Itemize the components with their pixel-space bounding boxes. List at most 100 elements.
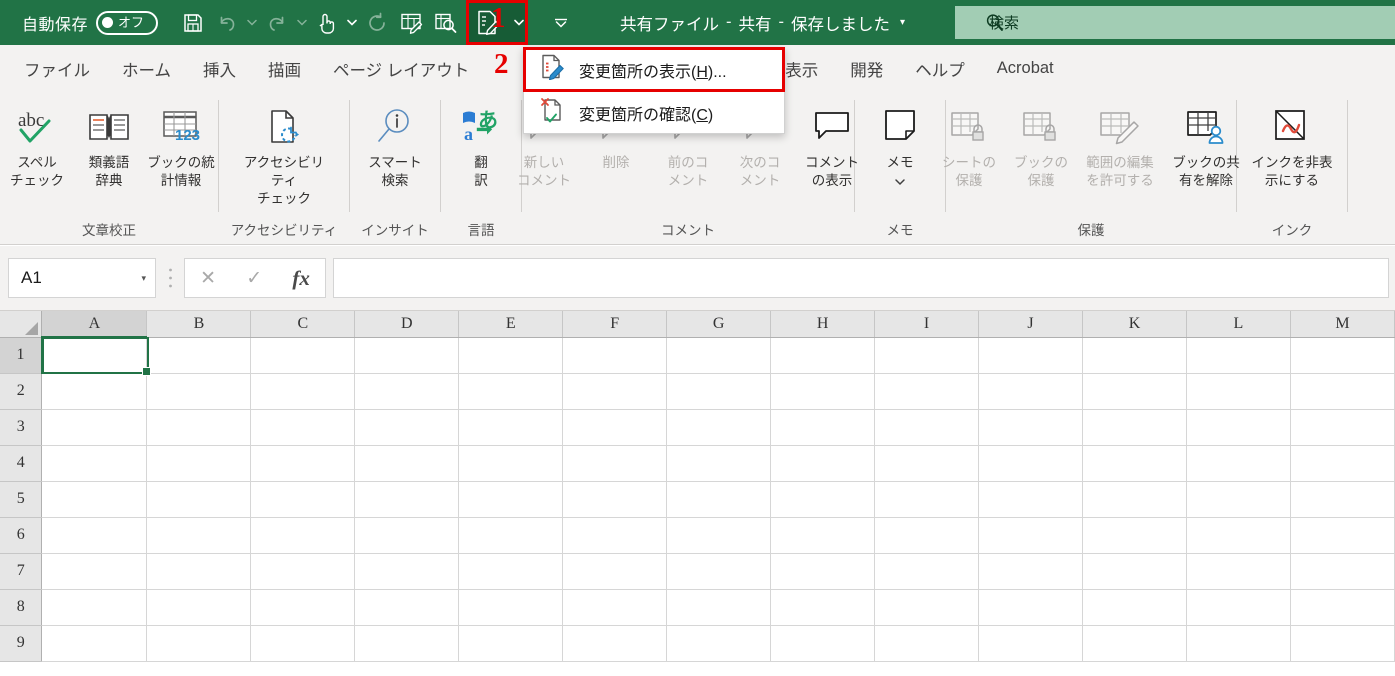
row-header-5[interactable]: 5 [0,481,42,517]
row-header-1[interactable]: 1 [0,337,42,373]
cell-f8[interactable] [563,589,667,625]
cell-a1[interactable] [42,337,147,373]
cell-f5[interactable] [563,481,667,517]
cell-g7[interactable] [667,553,771,589]
cell-g9[interactable] [667,625,771,661]
cell-e6[interactable] [459,517,563,553]
menu-item-accept-reject-changes[interactable]: 変更箇所の確認(C) [524,91,784,134]
cell-l6[interactable] [1186,517,1290,553]
allow-edit-ranges-button[interactable]: 範囲の編集 を許可する [1077,98,1163,190]
cell-b7[interactable] [147,553,251,589]
cell-a9[interactable] [42,625,147,661]
cell-b8[interactable] [147,589,251,625]
formula-input[interactable] [333,258,1389,298]
cell-k5[interactable] [1083,481,1187,517]
cell-c7[interactable] [251,553,355,589]
cell-h3[interactable] [771,409,875,445]
cell-l7[interactable] [1186,553,1290,589]
cell-c3[interactable] [251,409,355,445]
cell-h5[interactable] [771,481,875,517]
cell-g1[interactable] [667,337,771,373]
cell-d4[interactable] [355,445,459,481]
cell-j4[interactable] [979,445,1083,481]
row-header-2[interactable]: 2 [0,373,42,409]
cell-h1[interactable] [771,337,875,373]
column-header-b[interactable]: B [147,311,251,337]
cell-d3[interactable] [355,409,459,445]
cell-b4[interactable] [147,445,251,481]
note-chevron-down-icon[interactable] [894,173,906,191]
cell-i6[interactable] [875,517,979,553]
tab-insert[interactable]: 挿入 [187,45,252,92]
cell-a6[interactable] [42,517,147,553]
tab-page-layout[interactable]: ページ レイアウト [317,45,485,92]
cell-m3[interactable] [1290,409,1394,445]
cell-f6[interactable] [563,517,667,553]
smart-lookup-button[interactable]: スマート 検索 [359,98,431,190]
cell-a3[interactable] [42,409,147,445]
cell-b2[interactable] [147,373,251,409]
cell-e5[interactable] [459,481,563,517]
cell-k4[interactable] [1083,445,1187,481]
cell-b1[interactable] [147,337,251,373]
cell-d6[interactable] [355,517,459,553]
cell-c1[interactable] [251,337,355,373]
search-box[interactable]: 検索 [955,6,1395,39]
row-header-8[interactable]: 8 [0,589,42,625]
redo-icon[interactable] [260,6,294,40]
cell-d9[interactable] [355,625,459,661]
column-header-f[interactable]: F [563,311,667,337]
column-header-a[interactable]: A [42,311,147,337]
cell-j9[interactable] [979,625,1083,661]
row-header-7[interactable]: 7 [0,553,42,589]
row-header-9[interactable]: 9 [0,625,42,661]
cell-c8[interactable] [251,589,355,625]
tab-developer[interactable]: 開発 [834,45,899,92]
cell-j8[interactable] [979,589,1083,625]
cell-l8[interactable] [1186,589,1290,625]
column-header-c[interactable]: C [251,311,355,337]
refresh-icon[interactable] [360,6,394,40]
cell-d7[interactable] [355,553,459,589]
cell-a2[interactable] [42,373,147,409]
cell-m2[interactable] [1290,373,1394,409]
tab-file[interactable]: ファイル [8,45,106,92]
column-header-d[interactable]: D [355,311,459,337]
cell-b9[interactable] [147,625,251,661]
cell-l3[interactable] [1186,409,1290,445]
protect-workbook-button[interactable]: ブックの 保護 [1005,98,1077,190]
autosave-toggle[interactable]: 自動保存 オフ [22,11,158,35]
cell-b3[interactable] [147,409,251,445]
cell-m6[interactable] [1290,517,1394,553]
cell-g2[interactable] [667,373,771,409]
cell-i8[interactable] [875,589,979,625]
cell-a5[interactable] [42,481,147,517]
name-box[interactable]: A1 ▾ [8,258,156,298]
cell-g5[interactable] [667,481,771,517]
cell-j2[interactable] [979,373,1083,409]
tab-home[interactable]: ホーム [106,45,187,92]
cell-m4[interactable] [1290,445,1394,481]
cell-j6[interactable] [979,517,1083,553]
autosave-switch[interactable]: オフ [96,11,158,35]
cell-e3[interactable] [459,409,563,445]
column-header-m[interactable]: M [1290,311,1394,337]
cell-h7[interactable] [771,553,875,589]
cell-g8[interactable] [667,589,771,625]
cell-d5[interactable] [355,481,459,517]
cell-j7[interactable] [979,553,1083,589]
cell-i3[interactable] [875,409,979,445]
cell-f1[interactable] [563,337,667,373]
touch-mode-chevron-down-icon[interactable] [344,6,360,40]
tab-help[interactable]: ヘルプ [899,45,981,92]
cancel-formula-icon[interactable]: ✕ [200,267,216,290]
cell-i1[interactable] [875,337,979,373]
cell-k1[interactable] [1083,337,1187,373]
new-comment-icon[interactable] [394,6,428,40]
redo-chevron-down-icon[interactable] [294,6,310,40]
hide-ink-button[interactable]: インクを非表 示にする [1249,98,1335,190]
cell-k9[interactable] [1083,625,1187,661]
workbook-statistics-button[interactable]: 123 ブックの統 計情報 [145,98,217,190]
tab-draw[interactable]: 描画 [252,45,317,92]
cell-g3[interactable] [667,409,771,445]
